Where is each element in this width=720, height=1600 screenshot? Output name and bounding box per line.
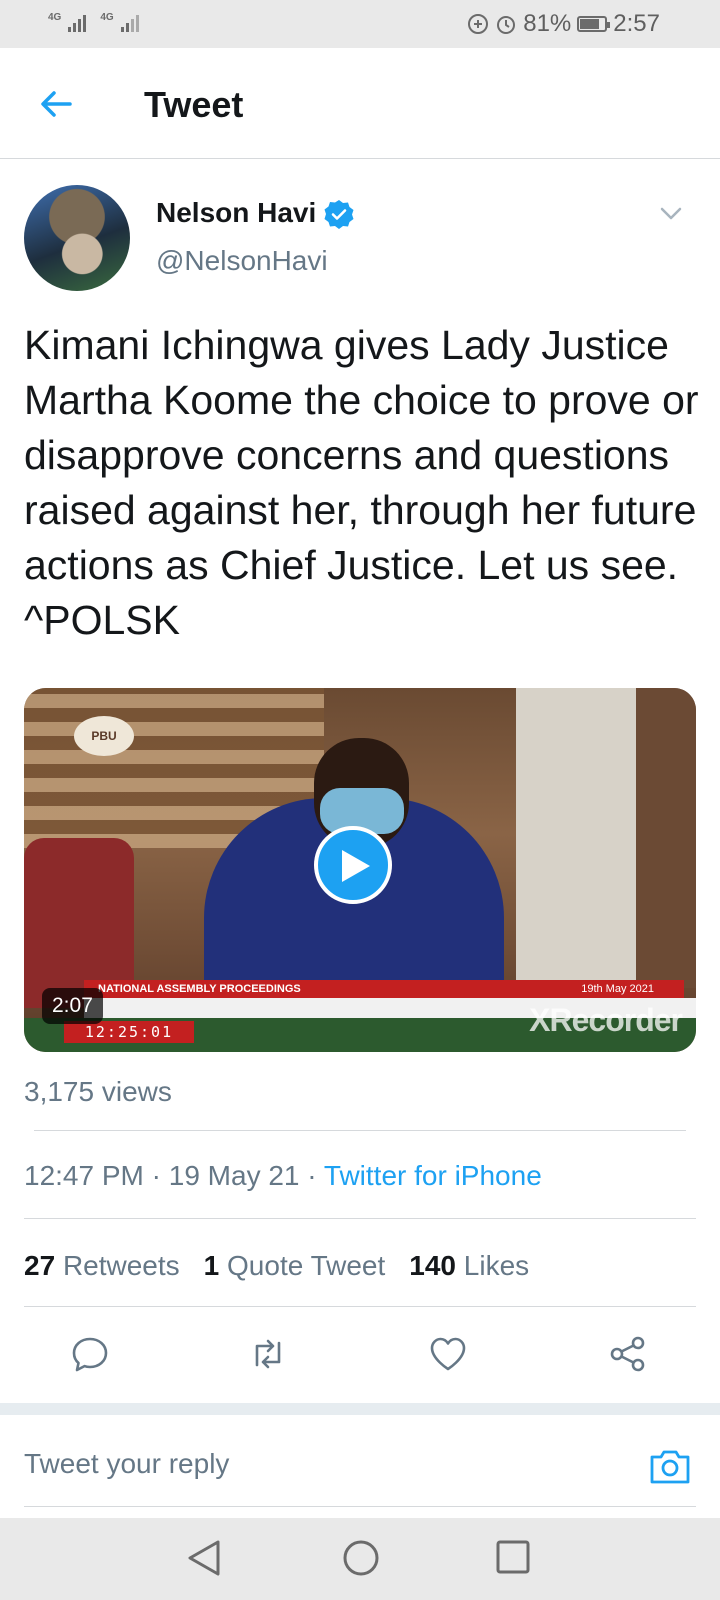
video-clock: 12:25:01 (64, 1021, 194, 1043)
divider (24, 1506, 696, 1507)
like-icon[interactable] (428, 1334, 468, 1374)
camera-icon[interactable] (648, 1446, 692, 1486)
meta-separator: · (143, 1160, 169, 1191)
video-watermark: XRecorder (529, 1002, 683, 1038)
reply-input[interactable]: Tweet your reply (24, 1448, 229, 1480)
status-bar: 4G 4G 81% 2:57 (0, 0, 720, 48)
status-time: 2:57 (613, 10, 660, 37)
battery-icon (577, 16, 611, 32)
meta-separator: · (299, 1160, 324, 1191)
signal-indicators: 4G 4G (48, 12, 139, 32)
likes-label: Likes (463, 1250, 530, 1281)
page-title: Tweet (144, 84, 244, 125)
video-frame-panel (516, 688, 636, 988)
signal1-icon (68, 12, 87, 32)
retweet-icon[interactable] (248, 1334, 288, 1374)
video-player[interactable]: PBU NATIONAL ASSEMBLY PROCEEDINGS 19th M… (24, 688, 696, 1052)
signal2-icon (120, 12, 139, 32)
broadcaster-logo: PBU (74, 716, 134, 756)
quote-tweets-label: Quote Tweet (227, 1250, 386, 1281)
battery-percent: 81% (523, 10, 572, 37)
view-count: 3,175 views (24, 1076, 172, 1107)
share-icon[interactable] (608, 1334, 648, 1374)
top-app-bar: Tweet (0, 48, 720, 159)
avatar[interactable] (24, 185, 130, 291)
likes-count: 140 (409, 1250, 456, 1281)
engagement-stats: 27 Retweets 1 Quote Tweet 140 Likes (24, 1250, 529, 1282)
video-banner-text: NATIONAL ASSEMBLY PROCEEDINGS (98, 983, 301, 995)
system-navigation-bar (0, 1518, 720, 1600)
quote-tweets-stat[interactable]: 1 Quote Tweet (204, 1250, 386, 1282)
section-separator (0, 1403, 720, 1415)
likes-stat[interactable]: 140 Likes (409, 1250, 529, 1282)
divider (34, 1130, 686, 1131)
back-arrow-icon[interactable] (36, 84, 76, 124)
nav-recent-icon[interactable] (496, 1540, 530, 1574)
tweet-source-link[interactable]: Twitter for iPhone (324, 1160, 542, 1191)
signal2-label: 4G (100, 12, 114, 23)
status-right: 81% 2:57 (467, 10, 660, 38)
tweet-date: 19 May 21 (168, 1160, 300, 1191)
retweets-label: Retweets (62, 1250, 180, 1281)
tweet-actions (0, 1306, 720, 1402)
video-banner: NATIONAL ASSEMBLY PROCEEDINGS 19th May 2… (84, 980, 684, 998)
retweets-stat[interactable]: 27 Retweets (24, 1250, 180, 1282)
tweet-time: 12:47 PM (24, 1160, 144, 1191)
play-button[interactable] (314, 826, 392, 904)
data-saver-icon (468, 14, 489, 34)
nav-back-icon[interactable] (186, 1538, 222, 1578)
quote-tweets-count: 1 (203, 1250, 220, 1281)
alarm-icon (497, 16, 516, 34)
play-icon (342, 850, 370, 882)
video-frame-wall (636, 688, 696, 988)
video-banner-date: 19th May 2021 (581, 983, 654, 995)
divider (24, 1218, 696, 1219)
video-duration: 2:07 (42, 988, 103, 1024)
signal1-label: 4G (48, 12, 62, 23)
tweet-text: Kimani Ichingwa gives Lady Justice Marth… (24, 322, 699, 643)
tweet-meta: 12:47 PM · 19 May 21 · Twitter for iPhon… (24, 1160, 542, 1192)
reply-icon[interactable] (70, 1334, 110, 1374)
author-handle[interactable]: @NelsonHavi (156, 245, 328, 277)
chevron-down-icon[interactable] (658, 200, 684, 226)
nav-home-icon[interactable] (342, 1538, 380, 1578)
retweets-count: 27 (24, 1250, 56, 1281)
author-name[interactable]: Nelson Havi (156, 197, 316, 229)
verified-badge-icon (324, 200, 354, 229)
